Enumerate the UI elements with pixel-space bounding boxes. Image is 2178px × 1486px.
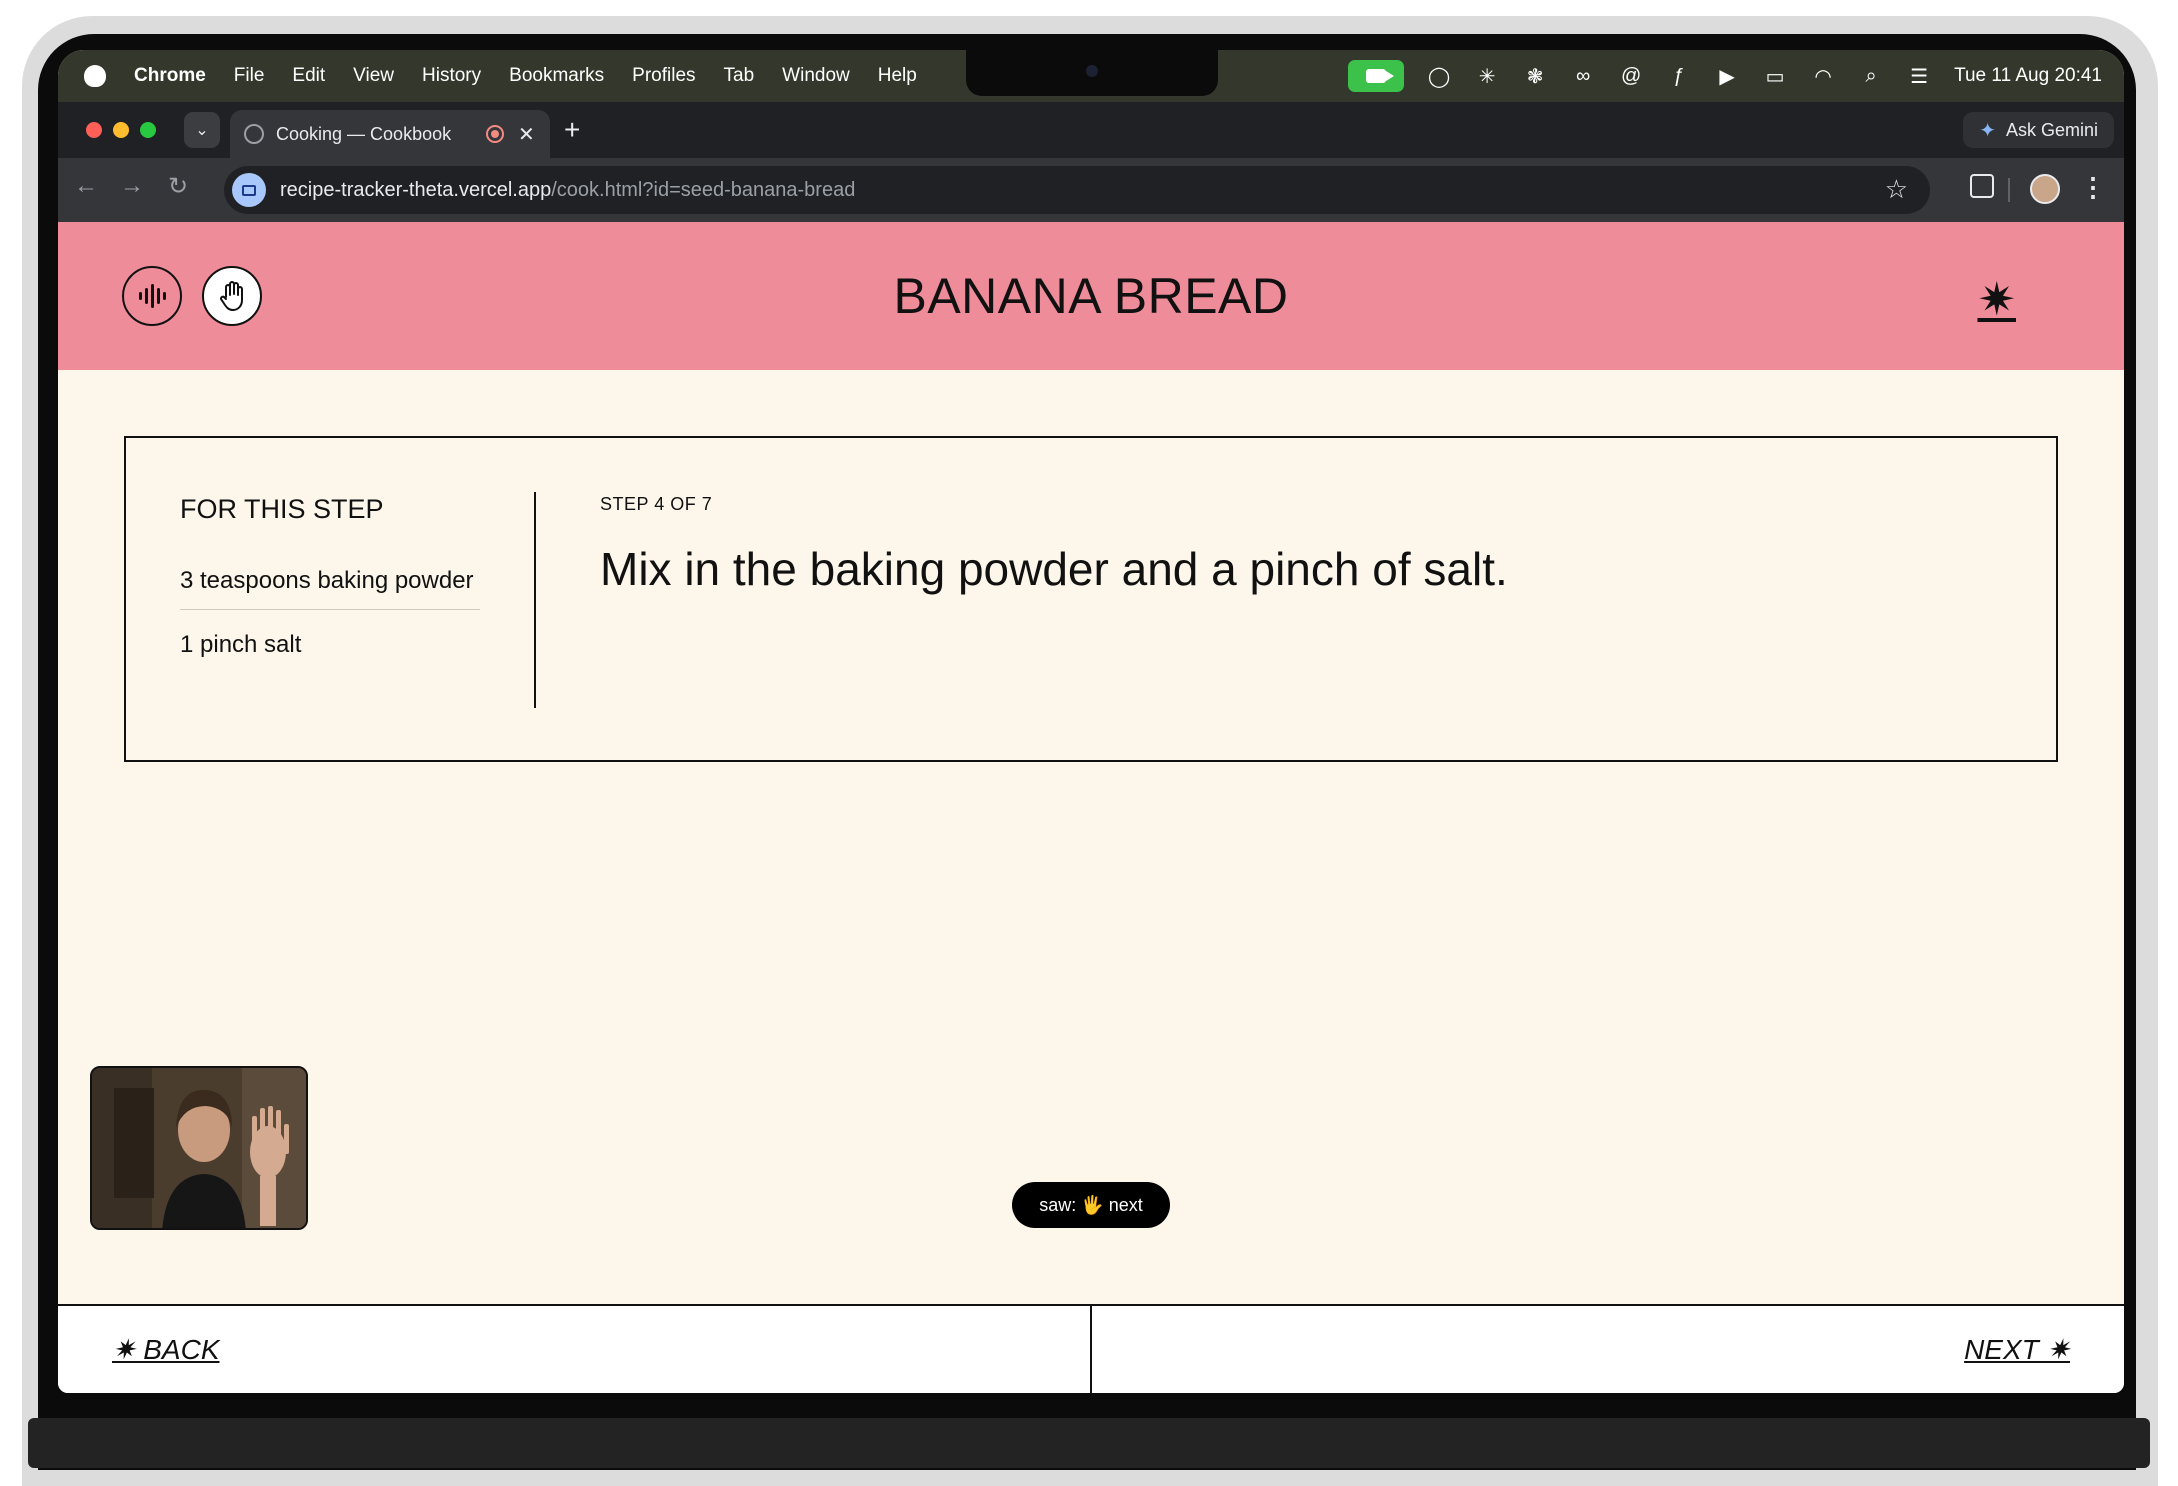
voice-control-button[interactable]: [122, 266, 182, 326]
step-card: FOR THIS STEP 3 teaspoons baking powder …: [124, 436, 2058, 762]
audio-wave-icon: [138, 284, 166, 308]
control-center-icon[interactable]: ☰: [1906, 63, 1932, 89]
menu-help[interactable]: Help: [878, 65, 917, 87]
facetime-status-icon[interactable]: [1348, 60, 1405, 92]
toolbar-divider: [2008, 178, 2010, 202]
back-button[interactable]: ✷ BACK: [112, 1306, 220, 1393]
ask-gemini-button[interactable]: ✦ Ask Gemini: [1963, 112, 2114, 148]
browser-tab-bar: ⌄ Cooking — Cookbook ✕ + ✦ Ask Gemini: [58, 102, 2124, 158]
next-button[interactable]: NEXT ✷: [1964, 1306, 2070, 1393]
reload-icon[interactable]: ↻: [168, 172, 188, 201]
circle-status-icon[interactable]: ◯: [1426, 63, 1452, 89]
recipe-title: BANANA BREAD: [893, 268, 1289, 324]
gemini-sparkle-icon: ✦: [1979, 119, 1996, 142]
ingredient-list: 3 teaspoons baking powder 1 pinch salt: [180, 564, 480, 691]
ask-gemini-label: Ask Gemini: [2005, 119, 2098, 140]
chatgpt-icon[interactable]: ❃: [1522, 63, 1548, 89]
card-divider: [534, 492, 536, 708]
tab-search-chevron-icon[interactable]: ⌄: [184, 112, 220, 148]
minimize-window-button[interactable]: [113, 122, 129, 138]
window-controls: [86, 122, 156, 138]
recipe-header: BANANA BREAD ✷: [58, 222, 2124, 370]
footer-divider: [1090, 1306, 1092, 1393]
step-instruction: Mix in the baking powder and a pinch of …: [600, 543, 1508, 595]
close-tab-icon[interactable]: ✕: [518, 122, 535, 147]
extensions-puzzle-icon[interactable]: [1970, 174, 1994, 198]
step-counter: STEP 4 OF 7: [600, 494, 713, 514]
hand-icon: [220, 281, 243, 311]
gesture-status-pill: saw: 🖐 next: [1012, 1182, 1170, 1228]
menu-clock[interactable]: Tue 11 Aug 20:41: [1954, 65, 2102, 87]
creative-cloud-icon[interactable]: ∞: [1570, 63, 1596, 89]
browser-toolbar: ← → ↻ recipe-tracker-theta.vercel.app/co…: [58, 158, 2124, 222]
new-tab-plus-icon[interactable]: +: [564, 114, 580, 146]
burst-menu-icon[interactable]: ✷: [1977, 272, 2016, 326]
ingredients-heading: FOR THIS STEP: [180, 494, 384, 524]
menu-view[interactable]: View: [353, 65, 394, 87]
menu-file[interactable]: File: [234, 65, 265, 87]
laptop-base: [28, 1418, 2150, 1468]
site-info-icon[interactable]: [232, 173, 266, 207]
play-icon[interactable]: ▶: [1714, 63, 1740, 89]
step-navigation: ✷ BACK NEXT ✷: [58, 1304, 2124, 1393]
macos-menu-bar: Chrome File Edit View History Bookmarks …: [58, 50, 2124, 102]
zoom-window-button[interactable]: [140, 122, 156, 138]
figma-icon[interactable]: ƒ: [1666, 63, 1692, 89]
webcam-preview: [90, 1066, 308, 1230]
menu-bookmarks[interactable]: Bookmarks: [509, 65, 604, 87]
close-window-button[interactable]: [86, 122, 102, 138]
url-text[interactable]: recipe-tracker-theta.vercel.app/cook.htm…: [280, 179, 855, 202]
battery-icon[interactable]: ▭: [1762, 63, 1788, 89]
back-arrow-icon[interactable]: ←: [74, 172, 98, 200]
menu-edit[interactable]: Edit: [292, 65, 325, 87]
menu-tab[interactable]: Tab: [724, 65, 755, 87]
url-host: recipe-tracker-theta.vercel.app: [280, 178, 552, 201]
spotlight-search-icon[interactable]: ⌕: [1858, 63, 1884, 89]
ingredient-item: 3 teaspoons baking powder: [180, 564, 480, 610]
address-bar[interactable]: recipe-tracker-theta.vercel.app/cook.htm…: [224, 166, 1930, 214]
screen: Chrome File Edit View History Bookmarks …: [58, 50, 2124, 1393]
recording-indicator-icon: [486, 125, 504, 143]
profile-avatar[interactable]: [2030, 174, 2060, 204]
webcam-person-image: [92, 1068, 306, 1228]
webcam-icon: [1086, 65, 1098, 77]
more-menu-icon[interactable]: ⋮: [2080, 172, 2106, 203]
gesture-control-button[interactable]: [202, 266, 262, 326]
bookmark-star-icon[interactable]: ☆: [1885, 174, 1908, 205]
camera-notch: [966, 50, 1218, 96]
apple-logo-icon[interactable]: [84, 65, 106, 87]
menu-window[interactable]: Window: [782, 65, 850, 87]
wifi-icon[interactable]: ◠: [1810, 63, 1836, 89]
globe-icon: [244, 124, 264, 144]
copilot-icon[interactable]: @: [1618, 63, 1644, 89]
claude-icon[interactable]: ✳: [1474, 63, 1500, 89]
ingredient-item: 1 pinch salt: [180, 631, 302, 658]
browser-tab-active[interactable]: Cooking — Cookbook ✕: [230, 110, 550, 158]
menu-profiles[interactable]: Profiles: [632, 65, 695, 87]
menu-app-name[interactable]: Chrome: [134, 65, 206, 87]
url-path: /cook.html?id=seed-banana-bread: [551, 178, 856, 201]
forward-arrow-icon[interactable]: →: [120, 172, 144, 200]
tab-title: Cooking — Cookbook: [276, 123, 452, 144]
menu-history[interactable]: History: [422, 65, 481, 87]
